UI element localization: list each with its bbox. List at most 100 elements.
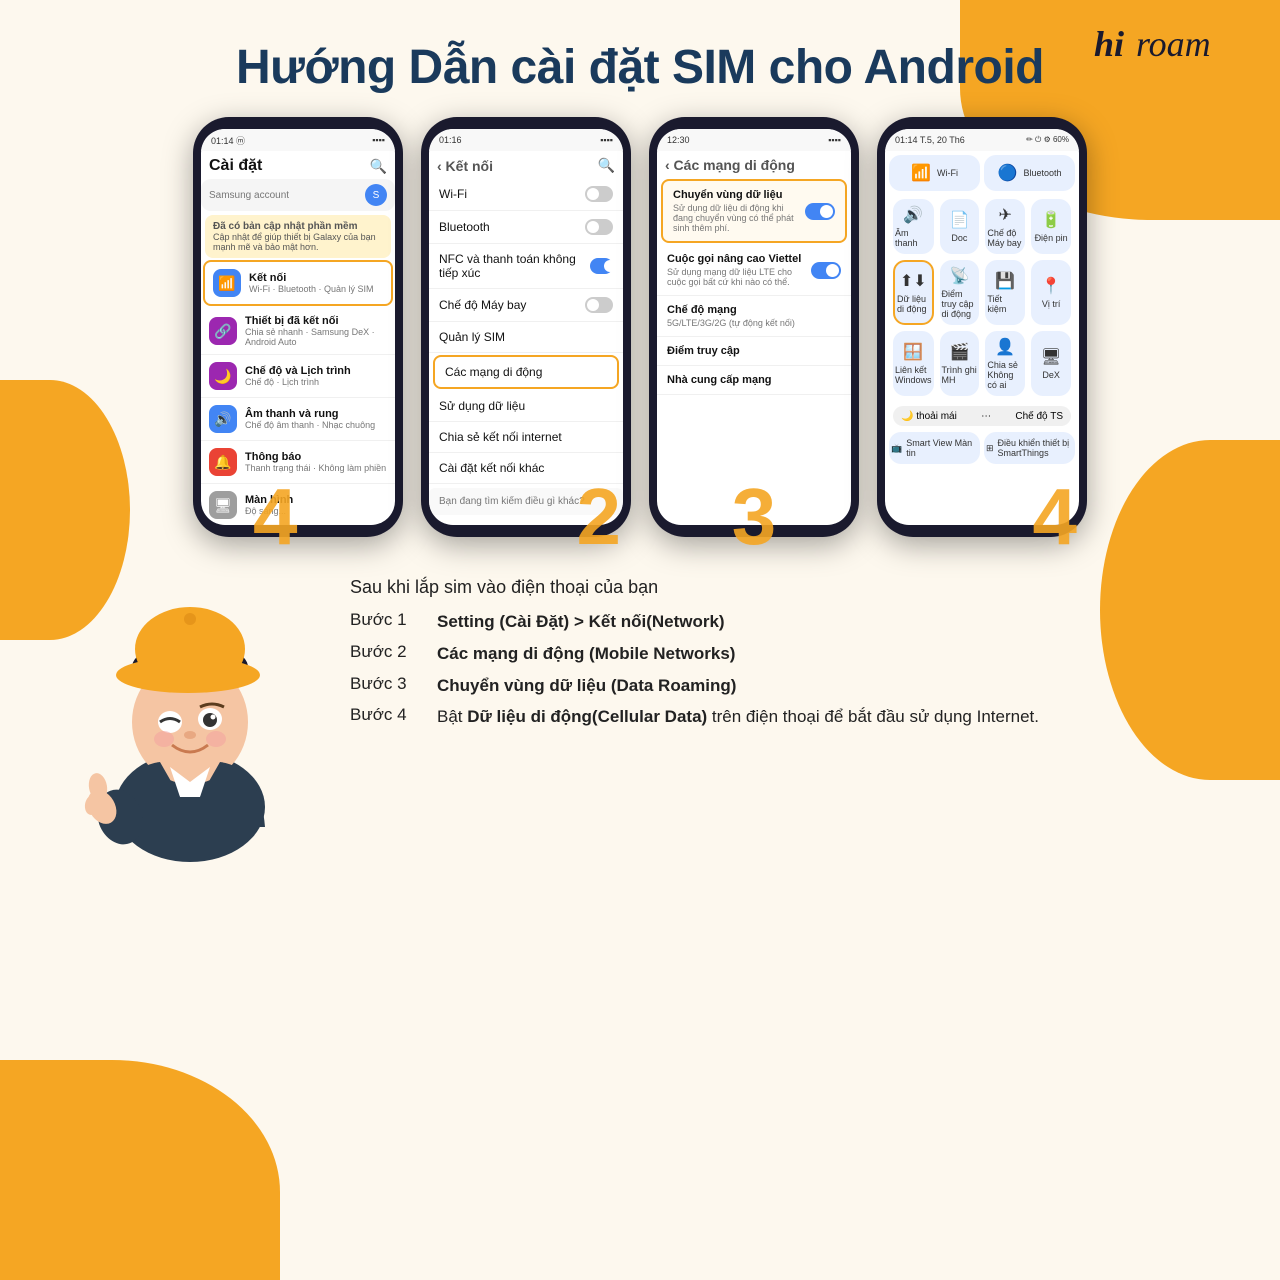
qs-record[interactable]: 🎬Trình ghi MH [940, 331, 980, 396]
may-bay-item[interactable]: Chế độ Máy bay [429, 289, 623, 322]
phone3-screen: 12:30 ▪▪▪▪ ‹ Các mạng di động Chuyển vùn… [657, 129, 851, 525]
am-thanh-icon: 🔊 [209, 405, 237, 433]
phone2-search-icon[interactable]: 🔍 [598, 157, 615, 174]
quick-settings-area: 📶Wi-Fi 🔵Bluetooth 🔊Âm thanh 📄Doc [885, 151, 1079, 468]
qs-share[interactable]: 👤Chia sẻ Không có ai [985, 331, 1025, 396]
svg-text:roam: roam [1136, 24, 1211, 64]
thiet-bi-icon: 🔗 [209, 317, 237, 345]
phone2-wrapper: 01:16 ▪▪▪▪ ‹ Kết nối 🔍 Wi-Fi Bluetooth [421, 117, 631, 537]
brightness-slider[interactable]: 🌙 thoải mái ⋯ Chế độ TS [893, 406, 1071, 426]
step3-row: Bước 3 Chuyển vùng dữ liệu (Data Roaming… [350, 674, 1220, 698]
step3-number: 3 [732, 477, 777, 557]
qs-bluetooth[interactable]: 🔵Bluetooth [984, 155, 1075, 191]
phone4-status: 01:14 T.5, 20 Th6 ✏ ⏻ ⚙ 60% [885, 129, 1079, 151]
qs-flight[interactable]: ✈Chế độ Máy bay [985, 199, 1025, 254]
qs-main-grid: 🔊Âm thanh 📄Doc ✈Chế độ Máy bay 🔋Điện pin [889, 195, 1075, 400]
phone1-title: Cài đặt [209, 157, 262, 175]
update-notice: Đã có bản cập nhật phần mềm Cập nhật để … [205, 215, 391, 258]
phone3-status: 12:30 ▪▪▪▪ [657, 129, 851, 151]
step1-desc: Setting (Cài Đặt) > Kết nối(Network) [437, 610, 725, 634]
step4-row: Bước 4 Bật Dữ liệu di động(Cellular Data… [350, 705, 1220, 729]
phone2-back[interactable]: ‹ Kết nối [437, 158, 493, 174]
phone1-header: Cài đặt 🔍 [201, 151, 395, 179]
ket-noi-item[interactable]: 📶 Kết nối Wi-Fi · Bluetooth · Quản lý SI… [203, 260, 393, 306]
step4-label: Bước 4 [350, 705, 425, 725]
qs-save[interactable]: 💾Tiết kiệm [985, 260, 1025, 325]
nha-cung-cap-item[interactable]: Nhà cung cấp mạng [657, 366, 851, 395]
qs-smartview[interactable]: 📺Smart View Màn tin [889, 432, 980, 464]
bottom-section: Sau khi lắp sim vào điện thoại của bạn B… [40, 567, 1240, 872]
phone2-status: 01:16 ▪▪▪▪ [429, 129, 623, 151]
qs-windows[interactable]: 🪟Liên kết Windows [893, 331, 934, 396]
qs-sound[interactable]: 🔊Âm thanh [893, 199, 934, 254]
phone4-wrapper: 01:14 T.5, 20 Th6 ✏ ⏻ ⚙ 60% 📶Wi-Fi 🔵Blue… [877, 117, 1087, 537]
step4-desc: Bật Dữ liệu di động(Cellular Data) trên … [437, 705, 1039, 729]
qs-location[interactable]: 📍Vị trí [1031, 260, 1071, 325]
phone3-wrapper: 12:30 ▪▪▪▪ ‹ Các mạng di động Chuyển vùn… [649, 117, 859, 537]
chia-se-item[interactable]: Chia sẻ kết nối internet [429, 422, 623, 453]
step1-row: Bước 1 Setting (Cài Đặt) > Kết nối(Netwo… [350, 610, 1220, 634]
qs-dex[interactable]: 🖥DeX [1031, 331, 1071, 396]
mascot-area [60, 567, 320, 872]
am-thanh-item[interactable]: 🔊 Âm thanh và rung Chế độ âm thanh · Nhạ… [201, 398, 395, 441]
thong-bao-icon: 🔔 [209, 448, 237, 476]
step2-desc: Các mạng di động (Mobile Networks) [437, 642, 735, 666]
thong-bao-text: Thông báo Thanh trạng thái · Không làm p… [245, 451, 387, 473]
step1-label: Bước 1 [350, 610, 425, 630]
qs-battery[interactable]: 🔋Điện pin [1031, 199, 1071, 254]
chuyen-vung-toggle[interactable] [805, 203, 835, 220]
instructions-area: Sau khi lắp sim vào điện thoại của bạn B… [350, 567, 1220, 737]
man-hinh-item[interactable]: 🖥 Màn hình Độ sáng... [201, 484, 395, 525]
brand-logo: hi roam [1090, 20, 1230, 76]
content-wrapper: hi roam Hướng Dẫn cài đặt SIM cho Androi… [0, 0, 1280, 1280]
phone4-screen: 01:14 T.5, 20 Th6 ✏ ⏻ ⚙ 60% 📶Wi-Fi 🔵Blue… [885, 129, 1079, 525]
phone1-wrapper: 01:14 ⓜ ▪▪▪▪ Cài đặt 🔍 Samsung account S… [193, 117, 403, 537]
quan-ly-sim-item[interactable]: Quản lý SIM [429, 322, 623, 353]
nfc-item[interactable]: NFC và thanh toán không tiếp xúc [429, 244, 623, 289]
phone1-screen: 01:14 ⓜ ▪▪▪▪ Cài đặt 🔍 Samsung account S… [201, 129, 395, 525]
nfc-toggle[interactable] [590, 258, 613, 274]
svg-text:hi: hi [1094, 24, 1124, 64]
step1-number: 4 [253, 477, 298, 557]
phones-row: 01:14 ⓜ ▪▪▪▪ Cài đặt 🔍 Samsung account S… [40, 117, 1240, 537]
phone3-back[interactable]: ‹ Các mạng di động [665, 157, 795, 173]
step3-label: Bước 3 [350, 674, 425, 694]
phone1-search-icon[interactable]: 🔍 [370, 158, 387, 175]
qs-smartthings[interactable]: ⊞Điều khiển thiết bị SmartThings [984, 432, 1075, 464]
thiet-bi-text: Thiết bị đã kết nối Chia sẻ nhanh · Sams… [245, 315, 387, 347]
diem-truy-cap-item[interactable]: Điểm truy cập [657, 337, 851, 366]
thong-bao-item[interactable]: 🔔 Thông báo Thanh trạng thái · Không làm… [201, 441, 395, 484]
ket-noi-icon: 📶 [213, 269, 241, 297]
page-title: Hướng Dẫn cài đặt SIM cho Android [40, 30, 1240, 95]
phone1-mockup: 01:14 ⓜ ▪▪▪▪ Cài đặt 🔍 Samsung account S… [193, 117, 403, 537]
qs-hotspot[interactable]: 📡Điểm truy cập di động [940, 260, 980, 325]
account-avatar: S [365, 184, 387, 206]
bottom-tiles: 📺Smart View Màn tin ⊞Điều khiển thiết bị… [889, 432, 1075, 464]
intro-text: Sau khi lắp sim vào điện thoại của bạn [350, 577, 1220, 598]
bluetooth-toggle[interactable] [585, 219, 613, 235]
cuoc-goi-item[interactable]: Cuộc gọi nâng cao Viettel Sử dụng mạng d… [657, 245, 851, 296]
wifi-item[interactable]: Wi-Fi [429, 178, 623, 211]
step3-desc: Chuyển vùng dữ liệu (Data Roaming) [437, 674, 736, 698]
su-dung-item[interactable]: Sử dụng dữ liệu [429, 391, 623, 422]
qs-top-row: 📶Wi-Fi 🔵Bluetooth [889, 155, 1075, 191]
qs-wifi[interactable]: 📶Wi-Fi [889, 155, 980, 191]
chuyen-vung-item[interactable]: Chuyển vùng dữ liệu Sử dụng dữ liệu di đ… [661, 179, 847, 243]
qs-doc[interactable]: 📄Doc [940, 199, 980, 254]
che-do-item[interactable]: 🌙 Chế độ và Lịch trình Chế độ · Lịch trì… [201, 355, 395, 398]
cac-mang-item[interactable]: Các mạng di động [433, 355, 619, 389]
step2-row: Bước 2 Các mạng di động (Mobile Networks… [350, 642, 1220, 666]
cuoc-goi-toggle[interactable] [811, 262, 841, 279]
qs-data[interactable]: ⬆⬇Dữ liệu di động [893, 260, 934, 325]
thiet-bi-item[interactable]: 🔗 Thiết bị đã kết nối Chia sẻ nhanh · Sa… [201, 308, 395, 355]
phone2-screen: 01:16 ▪▪▪▪ ‹ Kết nối 🔍 Wi-Fi Bluetooth [429, 129, 623, 525]
phone3-header: ‹ Các mạng di động [657, 151, 851, 177]
phone1-status: 01:14 ⓜ ▪▪▪▪ [201, 129, 395, 151]
bluetooth-item[interactable]: Bluetooth [429, 211, 623, 244]
man-hinh-icon: 🖥 [209, 491, 237, 519]
may-bay-toggle[interactable] [585, 297, 613, 313]
che-do-text: Chế độ và Lịch trình Chế độ · Lịch trình [245, 365, 387, 387]
che-do-mang-item[interactable]: Chế độ mạng 5G/LTE/3G/2G (tự động kết nố… [657, 296, 851, 337]
wifi-toggle[interactable] [585, 186, 613, 202]
am-thanh-text: Âm thanh và rung Chế độ âm thanh · Nhạc … [245, 408, 387, 430]
